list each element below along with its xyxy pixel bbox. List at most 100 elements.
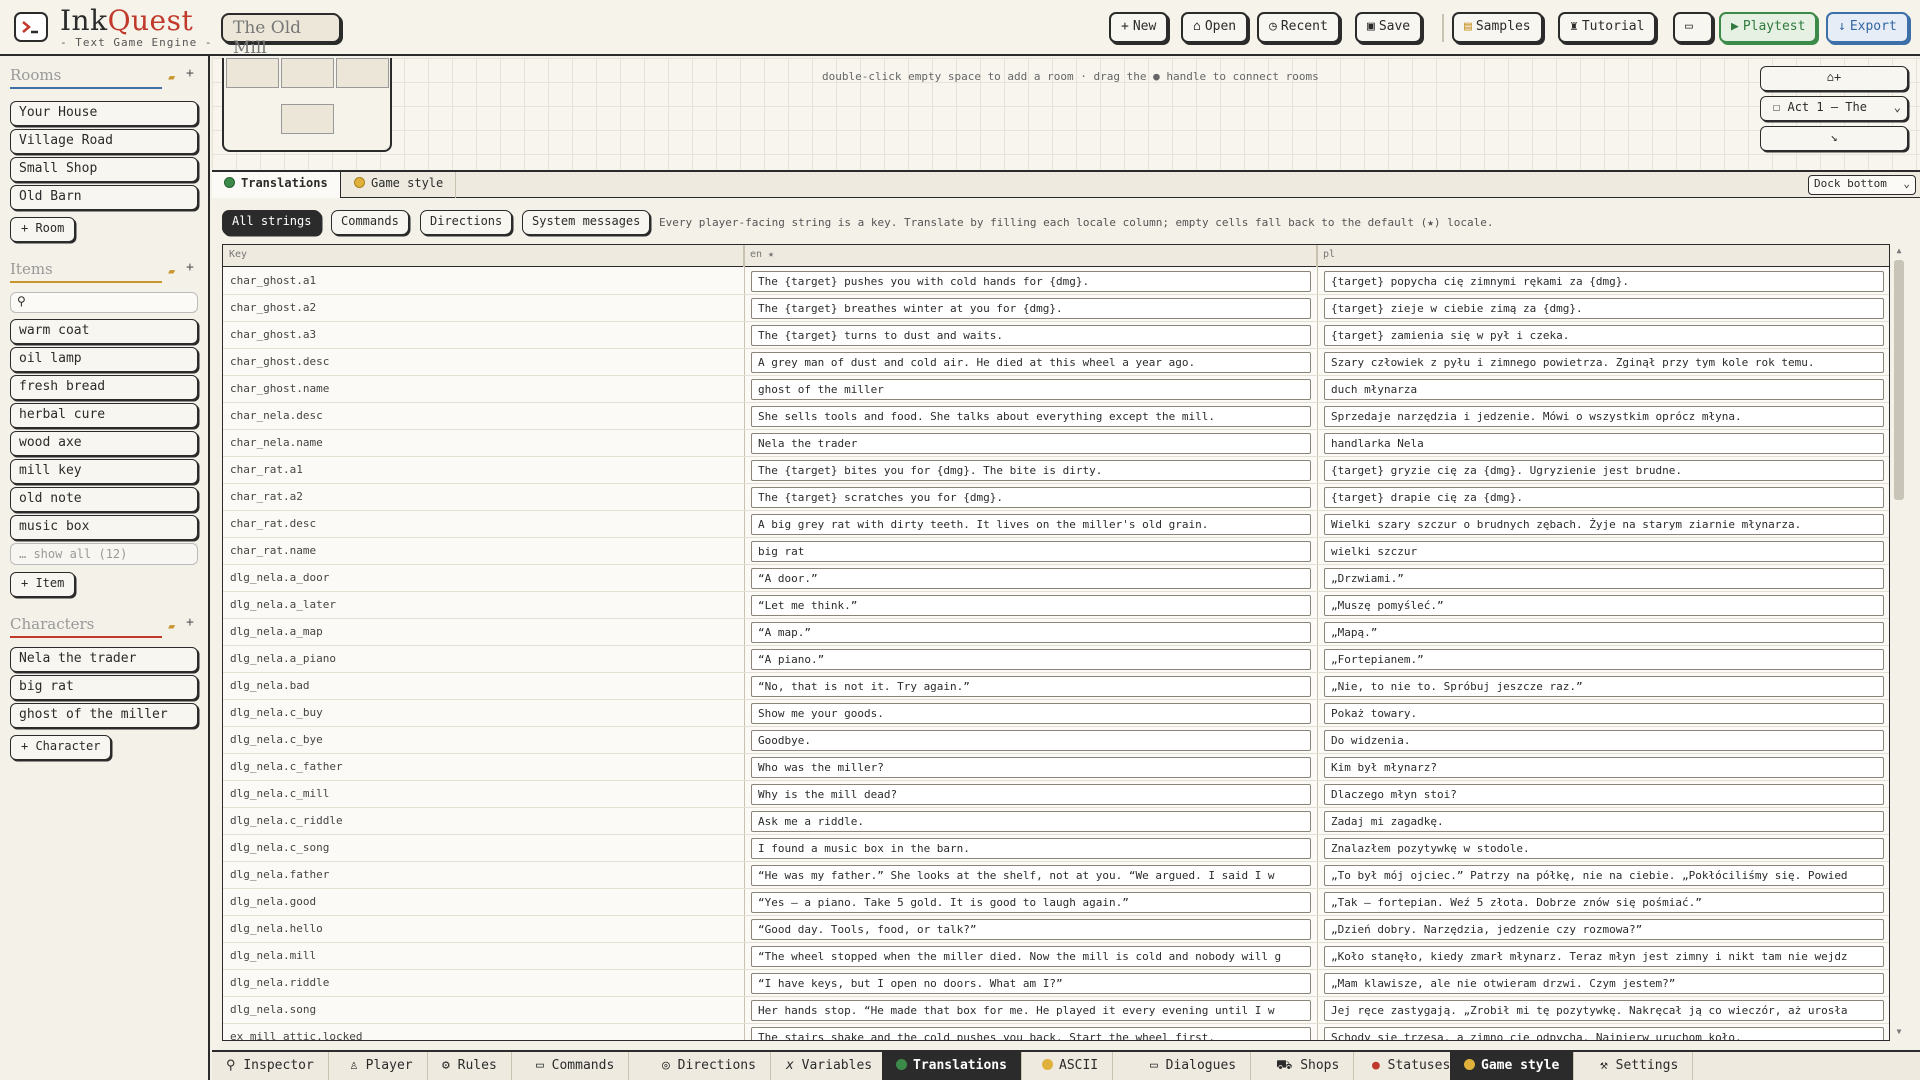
bottom-tab-rules[interactable]: ⚙ Rules <box>428 1052 512 1080</box>
add-room-button[interactable]: + Room <box>10 217 76 242</box>
translation-cell-en[interactable]: Why is the mill dead? <box>751 784 1311 805</box>
translation-cell-en[interactable]: A big grey rat with dirty teeth. It live… <box>751 514 1311 535</box>
sidebar-item-oil-lamp[interactable]: oil lamp <box>10 347 198 372</box>
bottom-tab-settings[interactable]: ⚒ Settings <box>1586 1052 1694 1080</box>
translation-cell-pl[interactable]: „Dzień dobry. Narzędzia, jedzenie czy ro… <box>1324 919 1884 940</box>
filter-commands[interactable]: Commands <box>331 210 409 235</box>
translation-cell-en[interactable]: “A door.” <box>751 568 1311 589</box>
bottom-tab-shops[interactable]: ⛟ Shops <box>1262 1052 1355 1080</box>
table-scrollbar[interactable]: ▲ ▼ <box>1892 244 1906 1041</box>
scroll-down-icon[interactable]: ▼ <box>1892 1027 1906 1036</box>
new-button[interactable]: + New <box>1109 12 1169 43</box>
translation-cell-en[interactable]: Ask me a riddle. <box>751 811 1311 832</box>
dock-position-select[interactable]: Dock bottom ⌄ <box>1808 175 1916 195</box>
translation-cell-pl[interactable]: {target} popycha cię zimnymi rękami za {… <box>1324 271 1884 292</box>
translation-cell-pl[interactable]: Sprzedaje narzędzia i jedzenie. Mówi o w… <box>1324 406 1884 427</box>
translation-cell-pl[interactable]: Do widzenia. <box>1324 730 1884 751</box>
bottom-tab-commands[interactable]: ▭ Commands <box>522 1052 630 1080</box>
translation-cell-en[interactable]: The {target} bites you for {dmg}. The bi… <box>751 460 1311 481</box>
sidebar-character-ghost[interactable]: ghost of the miller <box>10 703 198 728</box>
translation-cell-pl[interactable]: Wielki szary szczur o brudnych zębach. Ż… <box>1324 514 1884 535</box>
map-canvas[interactable]: double-click empty space to add a room ·… <box>212 58 1920 172</box>
translation-cell-pl[interactable]: Szary człowiek z pyłu i zimnego powietrz… <box>1324 352 1884 373</box>
bottom-tab-game-style[interactable]: Game style <box>1450 1052 1575 1080</box>
sidebar-item-mill-key[interactable]: mill key <box>10 459 198 484</box>
filter-directions[interactable]: Directions <box>420 210 513 235</box>
bottom-tab-variables[interactable]: x Variables <box>772 1052 888 1080</box>
translation-cell-pl[interactable]: wielki szczur <box>1324 541 1884 562</box>
translation-cell-en[interactable]: “Let me think.” <box>751 595 1311 616</box>
add-room-map-button[interactable]: ⌂+ <box>1760 66 1908 91</box>
tab-translations[interactable]: Translations <box>212 172 341 198</box>
translation-cell-en[interactable]: Her hands stop. “He made that box for me… <box>751 1000 1311 1021</box>
translation-cell-pl[interactable]: {target} drapie cię za {dmg}. <box>1324 487 1884 508</box>
translation-cell-en[interactable]: “A map.” <box>751 622 1311 643</box>
sidebar-item-herbal-cure[interactable]: herbal cure <box>10 403 198 428</box>
translation-cell-en[interactable]: ghost of the miller <box>751 379 1311 400</box>
translation-cell-pl[interactable]: Pokaż towary. <box>1324 703 1884 724</box>
items-search-input[interactable]: ⚲ <box>10 292 198 313</box>
translation-cell-pl[interactable]: Znalazłem pozytywkę w stodole. <box>1324 838 1884 859</box>
bottom-tab-ascii[interactable]: ASCII <box>1028 1052 1114 1080</box>
sidebar-room-small-shop[interactable]: Small Shop <box>10 157 198 182</box>
translation-cell-pl[interactable]: {target} zieje w ciebie zimą za {dmg}. <box>1324 298 1884 319</box>
translation-cell-en[interactable]: The stairs shake and the cold pushes you… <box>751 1027 1311 1040</box>
sidebar-room-old-barn[interactable]: Old Barn <box>10 185 198 210</box>
filter-system-messages[interactable]: System messages <box>522 210 651 235</box>
add-folder-icon[interactable]: + <box>186 66 194 81</box>
sidebar-character-nela[interactable]: Nela the trader <box>10 647 198 672</box>
sidebar-room-village-road[interactable]: Village Road <box>10 129 198 154</box>
translation-cell-en[interactable]: The {target} turns to dust and waits. <box>751 325 1311 346</box>
translation-cell-pl[interactable]: „Mapą.” <box>1324 622 1884 643</box>
sidebar-item-fresh-bread[interactable]: fresh bread <box>10 375 198 400</box>
translation-cell-pl[interactable]: {target} gryzie cię za {dmg}. Ugryzienie… <box>1324 460 1884 481</box>
translation-cell-en[interactable]: The {target} pushes you with cold hands … <box>751 271 1311 292</box>
translation-cell-en[interactable]: A grey man of dust and cold air. He died… <box>751 352 1311 373</box>
translation-cell-pl[interactable]: Dlaczego młyn stoi? <box>1324 784 1884 805</box>
translation-cell-pl[interactable]: „Koło stanęło, kiedy zmarł młynarz. Tera… <box>1324 946 1884 967</box>
translation-cell-pl[interactable]: „Fortepianem.” <box>1324 649 1884 670</box>
sidebar-item-warm-coat[interactable]: warm coat <box>10 319 198 344</box>
tab-game-style[interactable]: Game style <box>342 172 457 198</box>
sidebar-room-your-house[interactable]: Your House <box>10 101 198 126</box>
translation-cell-pl[interactable]: handlarka Nela <box>1324 433 1884 454</box>
export-button[interactable]: ↓ Export <box>1826 12 1909 43</box>
save-button[interactable]: ▣ Save <box>1355 12 1423 43</box>
bottom-tab-player[interactable]: ♙ Player <box>336 1052 428 1080</box>
filter-all-strings[interactable]: All strings <box>222 210 322 235</box>
tutorial-button[interactable]: ♜ Tutorial <box>1558 12 1657 43</box>
translation-cell-en[interactable]: Who was the miller? <box>751 757 1311 778</box>
translation-cell-en[interactable]: I found a music box in the barn. <box>751 838 1311 859</box>
translation-cell-pl[interactable]: „Drzwiami.” <box>1324 568 1884 589</box>
add-character-button[interactable]: + Character <box>10 735 112 760</box>
translation-cell-pl[interactable]: Zadaj mi zagadkę. <box>1324 811 1884 832</box>
add-folder-icon[interactable]: + <box>186 260 194 275</box>
bottom-tab-directions[interactable]: ◎ Directions <box>648 1052 771 1080</box>
bottom-tab-dialogues[interactable]: ▭ Dialogues <box>1136 1052 1252 1080</box>
translation-cell-en[interactable]: “Good day. Tools, food, or talk?” <box>751 919 1311 940</box>
translation-cell-en[interactable]: The {target} scratches you for {dmg}. <box>751 487 1311 508</box>
add-folder-icon[interactable]: + <box>186 615 194 630</box>
act-select[interactable]: ☐ Act 1 — The ⌄ <box>1760 96 1908 121</box>
minimap[interactable] <box>222 58 392 152</box>
translation-cell-pl[interactable]: „Nie, to nie to. Spróbuj jeszcze raz.” <box>1324 676 1884 697</box>
translation-cell-pl[interactable]: „Muszę pomyśleć.” <box>1324 595 1884 616</box>
open-button[interactable]: ⌂ Open <box>1181 12 1249 43</box>
folder-icon[interactable]: ▰ <box>168 70 175 84</box>
translation-cell-pl[interactable]: duch młynarza <box>1324 379 1884 400</box>
folder-icon[interactable]: ▰ <box>168 619 175 633</box>
translation-cell-en[interactable]: Goodbye. <box>751 730 1311 751</box>
sidebar-item-wood-axe[interactable]: wood axe <box>10 431 198 456</box>
translation-cell-en[interactable]: “He was my father.” She looks at the she… <box>751 865 1311 886</box>
sidebar-item-music-box[interactable]: music box <box>10 515 198 540</box>
translation-cell-pl[interactable]: Kim był młynarz? <box>1324 757 1884 778</box>
show-all-items-link[interactable]: … show all (12) <box>10 543 198 565</box>
translation-cell-en[interactable]: big rat <box>751 541 1311 562</box>
translation-cell-en[interactable]: “Yes — a piano. Take 5 gold. It is good … <box>751 892 1311 913</box>
playtest-button[interactable]: ▶ Playtest <box>1719 12 1818 43</box>
translation-cell-pl[interactable]: „Tak — fortepian. Weź 5 złota. Dobrze zn… <box>1324 892 1884 913</box>
translation-cell-en[interactable]: “The wheel stopped when the miller died.… <box>751 946 1311 967</box>
scroll-thumb[interactable] <box>1894 260 1904 500</box>
bottom-tab-inspector[interactable]: ⚲ Inspector <box>212 1052 329 1080</box>
translation-cell-pl[interactable]: Jej ręce zastygają. „Zrobił mi tę pozyty… <box>1324 1000 1884 1021</box>
